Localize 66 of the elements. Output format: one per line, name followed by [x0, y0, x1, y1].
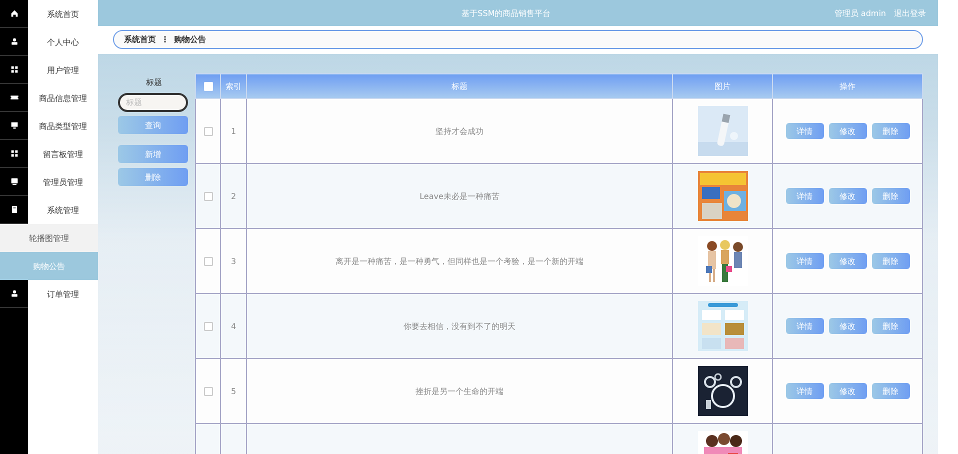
details-button[interactable]: 详情: [786, 383, 824, 399]
column-header: 标题: [452, 82, 468, 90]
add-button[interactable]: 新增: [118, 145, 188, 163]
user-label: 管理员 admin: [834, 8, 886, 18]
edit-button[interactable]: 修改: [828, 123, 866, 139]
select-all-checkbox[interactable]: [204, 82, 212, 91]
delete-button[interactable]: 删除: [872, 188, 910, 204]
grid-icon: [10, 65, 18, 74]
delete-button[interactable]: 删除: [872, 318, 910, 334]
breadcrumb-item: 购物公告: [174, 34, 206, 45]
menu-item[interactable]: 系统首页: [28, 8, 98, 20]
grid-icon: [10, 149, 18, 158]
person-icon: [10, 289, 18, 298]
column-header: 索引: [226, 82, 242, 90]
monitor-icon: [10, 177, 18, 186]
delete-button[interactable]: 删除: [872, 383, 910, 399]
column-header: 图片: [714, 82, 730, 90]
app-title: 基于SSM的商品销售平台: [460, 8, 552, 18]
title-search-field[interactable]: 标题: [118, 93, 188, 112]
breadcrumb-item[interactable]: 系统首页: [124, 34, 156, 45]
edit-button[interactable]: 修改: [828, 383, 866, 399]
table-cell: 离开是一种痛苦，是一种勇气，但同样也是一个考验，是一个新的开端: [336, 256, 584, 266]
person-icon: [10, 37, 18, 46]
table-cell: 你要去相信，没有到不了的明天: [404, 322, 516, 330]
menu-item[interactable]: 商品类型管理: [28, 120, 98, 132]
submenu-item[interactable]: 轮播图管理: [0, 224, 98, 252]
submenu-item[interactable]: 购物公告: [0, 252, 98, 280]
breadcrumb-separator: ⋮: [161, 35, 169, 44]
table-cell: 挫折是另一个生命的开端: [416, 386, 504, 396]
menu-item[interactable]: 商品信息管理: [28, 92, 98, 104]
menu-item[interactable]: 留言板管理: [28, 148, 98, 160]
edit-button[interactable]: 修改: [828, 253, 866, 269]
search-button[interactable]: 查询: [118, 116, 188, 134]
row-checkbox[interactable]: [204, 192, 212, 201]
details-button[interactable]: 详情: [786, 123, 824, 139]
column-header: 操作: [840, 82, 856, 90]
menu-item[interactable]: 系统管理: [28, 204, 98, 216]
table-cell: 5: [230, 386, 236, 396]
details-button[interactable]: 详情: [786, 188, 824, 204]
edit-button[interactable]: 修改: [828, 188, 866, 204]
details-button[interactable]: 详情: [786, 318, 824, 334]
logout-link[interactable]: 退出登录: [894, 8, 926, 18]
delete-button[interactable]: 删除: [118, 168, 188, 186]
row-checkbox[interactable]: [204, 322, 212, 331]
table-cell: Leave未必是一种痛苦: [420, 192, 500, 200]
table-cell: 1: [230, 126, 236, 136]
monitor-icon: [10, 121, 18, 130]
field-label: 标题: [145, 77, 163, 88]
edit-button[interactable]: 修改: [828, 318, 866, 334]
details-button[interactable]: 详情: [786, 253, 824, 269]
delete-button[interactable]: 删除: [872, 253, 910, 269]
table-cell: 3: [230, 256, 236, 266]
table-cell: 坚持才会成功: [436, 126, 484, 136]
row-checkbox[interactable]: [204, 386, 212, 396]
row-checkbox[interactable]: [204, 256, 212, 266]
row-checkbox[interactable]: [204, 126, 212, 136]
clipboard-icon: [10, 205, 18, 214]
home-icon: [10, 9, 18, 18]
menu-item[interactable]: 个人中心: [28, 36, 98, 48]
table-cell: 2: [230, 192, 236, 200]
menu-item[interactable]: 订单管理: [28, 288, 98, 300]
delete-button[interactable]: 删除: [872, 123, 910, 139]
menu-item[interactable]: 管理员管理: [28, 176, 98, 188]
ticket-icon: [10, 93, 18, 102]
menu-item[interactable]: 用户管理: [28, 64, 98, 76]
table-cell: 4: [230, 322, 236, 330]
